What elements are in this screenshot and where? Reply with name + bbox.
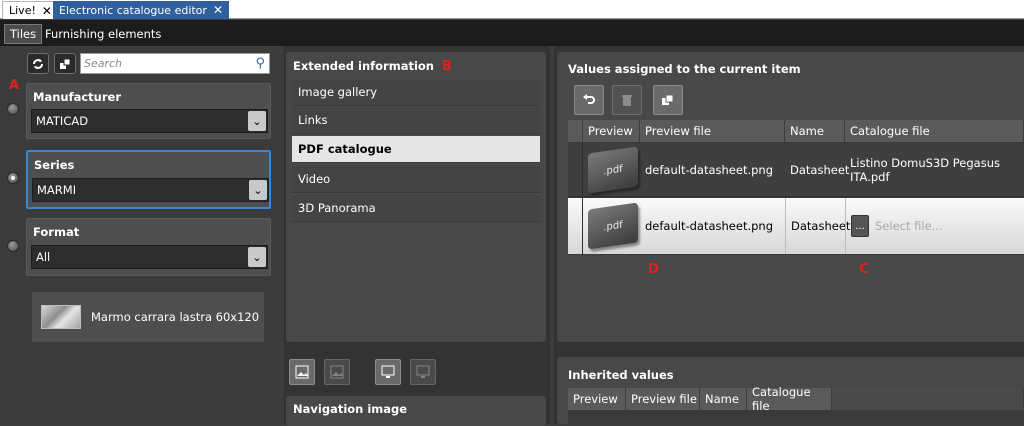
subtab-furnishing-elements[interactable]: Furnishing elements	[40, 24, 166, 44]
stack-icon	[60, 58, 71, 69]
table-row[interactable]: .pdf default-datasheet.png Datasheet Lis…	[568, 143, 1024, 197]
format-value: All	[36, 250, 51, 264]
tab-live[interactable]: Live! ✕	[2, 1, 59, 19]
list-item-links[interactable]: Links	[292, 107, 540, 134]
add-screen-button[interactable]	[375, 359, 401, 385]
assigned-values-table: Preview Preview file Name Catalogue file…	[568, 120, 1024, 255]
inherited-values-table: Preview Preview file Name Catalogue file	[568, 385, 1024, 424]
close-icon[interactable]: ✕	[42, 4, 52, 18]
list-item-image-gallery[interactable]: Image gallery	[292, 79, 540, 106]
series-dropdown[interactable]: MARMI ⌄	[32, 178, 269, 202]
column-header-name[interactable]: Name	[700, 388, 747, 410]
copy-icon	[662, 94, 674, 105]
pdf-file-icon: .pdf	[588, 202, 638, 250]
item-name: Marmo carrara lastra 60x120	[91, 310, 260, 324]
search-input[interactable]: Search ⚲	[80, 53, 270, 74]
format-dropdown[interactable]: All ⌄	[31, 245, 268, 269]
image-icon	[330, 365, 344, 379]
format-group: Format All ⌄	[26, 218, 271, 276]
inherited-values-title: Inherited values	[568, 368, 674, 382]
pdf-icon-label: .pdf	[603, 163, 623, 177]
undo-icon	[583, 94, 595, 104]
assigned-values-title: Values assigned to the current item	[568, 62, 801, 76]
column-header-preview-file[interactable]: Preview file	[626, 388, 700, 410]
browse-file-button[interactable]: ...	[851, 215, 869, 237]
column-header-preview[interactable]: Preview	[568, 388, 626, 410]
remove-screen-button[interactable]	[410, 359, 436, 385]
manufacturer-dropdown[interactable]: MATICAD ⌄	[31, 109, 268, 133]
item-card[interactable]: Marmo carrara lastra 60x120	[32, 292, 264, 342]
series-value: MARMI	[37, 183, 77, 197]
name-cell: Datasheet	[790, 163, 850, 177]
select-file-placeholder[interactable]: Select file...	[875, 219, 943, 233]
pdf-icon-label: .pdf	[603, 219, 623, 233]
marker-a: A	[9, 78, 20, 93]
close-icon[interactable]: ✕	[213, 3, 223, 17]
chevron-down-icon[interactable]: ⌄	[248, 247, 266, 267]
subtab-tiles[interactable]: Tiles	[4, 24, 43, 44]
series-radio[interactable]	[7, 172, 19, 184]
add-image-icon	[295, 365, 309, 379]
list-item-3d-panorama[interactable]: 3D Panorama	[292, 195, 540, 222]
monitor-icon	[381, 365, 395, 378]
chevron-down-icon[interactable]: ⌄	[248, 111, 266, 131]
preview-file-cell: default-datasheet.png	[645, 219, 773, 233]
preview-cell: .pdf	[583, 198, 640, 254]
undo-button[interactable]	[574, 85, 604, 115]
marker-d: D	[648, 262, 659, 277]
format-label: Format	[33, 225, 80, 239]
column-header-name[interactable]: Name	[785, 120, 845, 142]
name-cell: Datasheet	[785, 198, 850, 254]
series-label: Series	[34, 158, 75, 172]
list-item-video[interactable]: Video	[292, 166, 540, 193]
column-header-catalogue-file[interactable]: Catalogue file	[747, 385, 832, 413]
column-header-catalogue-file[interactable]: Catalogue file	[845, 120, 1024, 142]
delete-button[interactable]	[612, 85, 642, 115]
marker-c: C	[859, 262, 869, 277]
search-icon[interactable]: ⚲	[255, 56, 265, 71]
manufacturer-value: MATICAD	[36, 114, 89, 128]
catalogue-file-cell: ... Select file...	[845, 198, 1024, 254]
table-row[interactable]: .pdf default-datasheet.png Datasheet ...…	[568, 198, 1024, 254]
monitor-icon	[416, 365, 430, 378]
manufacturer-group: Manufacturer MATICAD ⌄	[26, 83, 271, 139]
tab-live-label: Live!	[9, 4, 36, 17]
group-button[interactable]	[54, 53, 76, 74]
item-thumbnail	[41, 305, 81, 329]
preview-file-cell: default-datasheet.png	[645, 163, 773, 177]
chevron-down-icon[interactable]: ⌄	[249, 180, 267, 200]
manufacturer-label: Manufacturer	[33, 90, 121, 104]
refresh-icon	[33, 58, 43, 69]
series-group: Series MARMI ⌄	[26, 150, 271, 209]
extended-info-title: Extended information	[293, 59, 434, 73]
navigation-image-title: Navigation image	[293, 402, 408, 416]
format-radio[interactable]	[7, 240, 19, 252]
search-placeholder: Search	[84, 57, 123, 70]
row-header-cell	[568, 120, 583, 142]
duplicate-button[interactable]	[653, 85, 683, 115]
tab-catalogue-editor[interactable]: Electronic catalogue editor ✕	[53, 1, 229, 19]
add-image-button[interactable]	[289, 359, 315, 385]
pdf-file-icon: .pdf	[588, 146, 638, 194]
column-divider	[582, 143, 583, 255]
column-header-preview[interactable]: Preview	[583, 120, 640, 142]
trash-icon	[622, 95, 632, 106]
manufacturer-radio[interactable]	[7, 103, 19, 115]
refresh-button[interactable]	[27, 53, 49, 74]
remove-image-button[interactable]	[324, 359, 350, 385]
preview-cell: .pdf	[583, 143, 640, 197]
list-item-pdf-catalogue[interactable]: PDF catalogue	[292, 136, 540, 163]
catalogue-file-cell: Listino DomuS3D Pegasus ITA.pdf	[850, 156, 1001, 184]
column-header-filler	[832, 388, 1024, 410]
marker-b: B	[442, 59, 452, 74]
column-header-preview-file[interactable]: Preview file	[640, 120, 785, 142]
tab-editor-label: Electronic catalogue editor	[59, 3, 207, 17]
